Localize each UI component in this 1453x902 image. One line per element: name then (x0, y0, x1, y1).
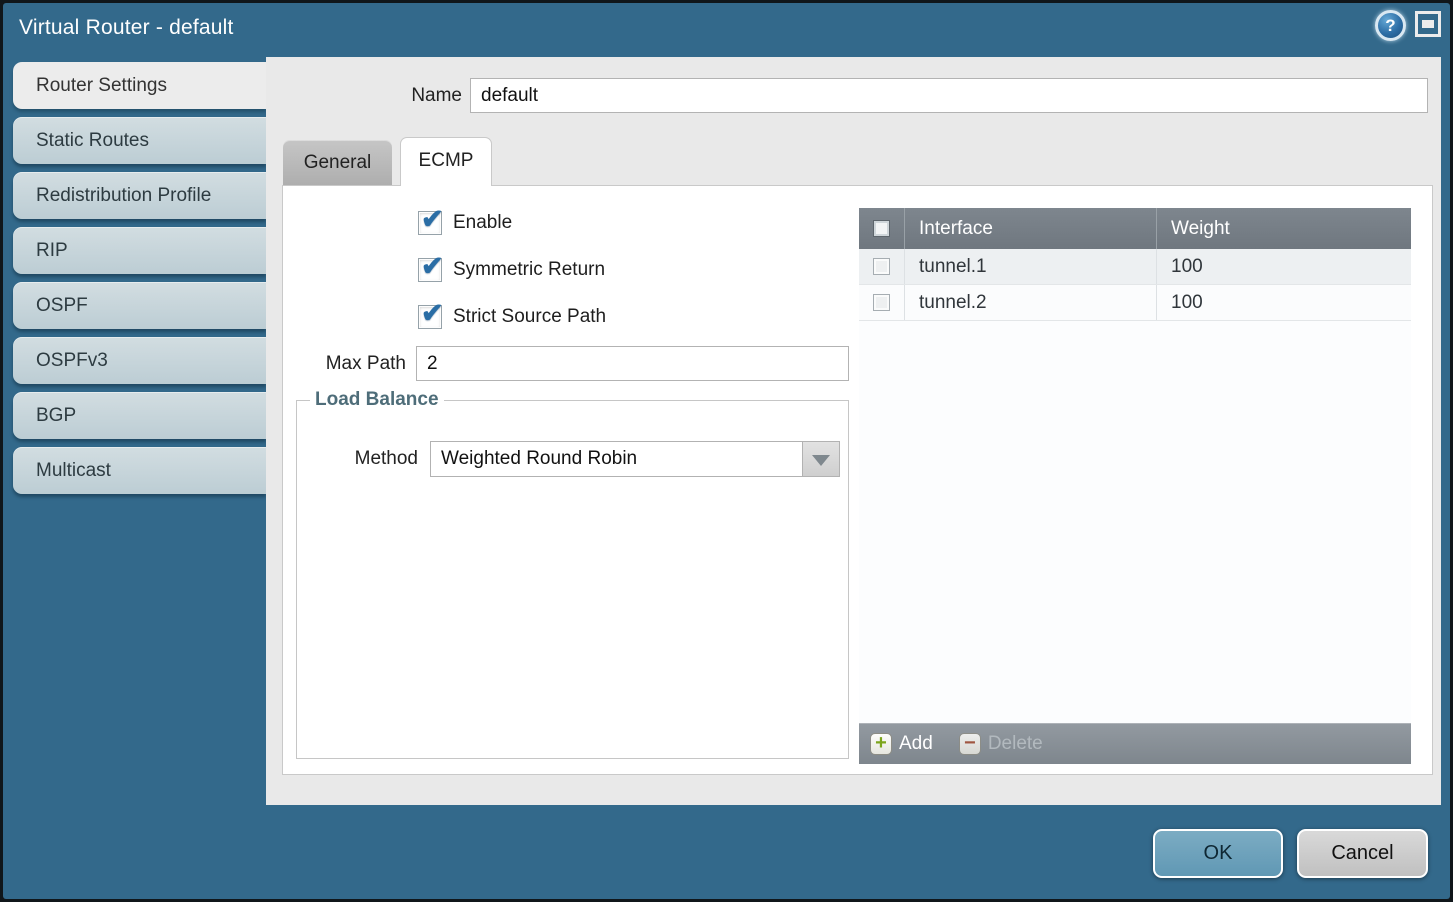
table-footer: + Add − Delete (859, 723, 1411, 764)
select-all-checkbox[interactable] (873, 220, 890, 237)
row-checkbox[interactable] (873, 258, 890, 275)
table-row-tunnel2[interactable]: tunnel.2 100 (859, 285, 1411, 321)
symmetric-return-checkbox[interactable]: ✔ (418, 258, 442, 282)
content-area: Name General ECMP ✔ Enable ✔ Symmetric R… (266, 57, 1441, 805)
method-dropdown-button[interactable] (802, 442, 839, 476)
table-header-row: Interface Weight (859, 208, 1411, 249)
minus-icon: − (959, 733, 981, 755)
sidebar-item-redistribution-profile[interactable]: Redistribution Profile (13, 172, 266, 219)
dialog-title: Virtual Router - default (19, 16, 234, 40)
check-icon: ✔ (421, 204, 444, 235)
table-row-tunnel1[interactable]: tunnel.1 100 (859, 249, 1411, 285)
method-label: Method (297, 441, 418, 477)
sidebar-item-static-routes[interactable]: Static Routes (13, 117, 266, 164)
help-icon[interactable]: ? (1375, 10, 1406, 41)
plus-icon: + (870, 733, 892, 755)
interface-table: Interface Weight tunnel.1 100 tunnel.2 1… (859, 208, 1411, 764)
symmetric-return-checkbox-row: ✔ Symmetric Return (418, 257, 605, 283)
interface-cell: tunnel.2 (904, 285, 1156, 320)
strict-source-path-checkbox-row: ✔ Strict Source Path (418, 304, 606, 330)
add-button[interactable]: + Add (870, 733, 933, 755)
weight-column-header[interactable]: Weight (1156, 208, 1411, 249)
chevron-down-icon (812, 455, 830, 466)
weight-cell: 100 (1156, 285, 1411, 320)
interface-cell: tunnel.1 (904, 249, 1156, 284)
sidebar-item-router-settings[interactable]: Router Settings (13, 62, 266, 109)
sidebar-item-multicast[interactable]: Multicast (13, 447, 266, 494)
max-path-label: Max Path (283, 346, 406, 381)
enable-checkbox-row: ✔ Enable (418, 210, 512, 236)
ok-button[interactable]: OK (1153, 829, 1283, 878)
symmetric-return-label: Symmetric Return (453, 259, 605, 281)
max-path-input[interactable] (416, 346, 849, 381)
delete-button[interactable]: − Delete (959, 733, 1043, 755)
title-bar: Virtual Router - default ? (3, 3, 1450, 57)
load-balance-group: Load Balance Method Weighted Round Robin (296, 389, 849, 759)
check-icon: ✔ (421, 298, 444, 329)
virtual-router-dialog: Virtual Router - default ? Router Settin… (3, 3, 1450, 899)
window-restore-icon[interactable] (1415, 11, 1441, 37)
sidebar-item-ospf[interactable]: OSPF (13, 282, 266, 329)
tab-ecmp[interactable]: ECMP (400, 137, 492, 186)
row-checkbox-cell (859, 249, 904, 284)
method-dropdown-value: Weighted Round Robin (441, 442, 637, 476)
row-checkbox[interactable] (873, 294, 890, 311)
table-empty-area (859, 321, 1411, 723)
ecmp-tab-panel: ✔ Enable ✔ Symmetric Return ✔ Strict Sou… (282, 185, 1433, 775)
header-checkbox-cell (859, 208, 904, 249)
window-restore-icon-inner (1422, 20, 1434, 28)
enable-checkbox[interactable]: ✔ (418, 211, 442, 235)
enable-label: Enable (453, 212, 512, 234)
strict-source-path-label: Strict Source Path (453, 306, 606, 328)
sidebar: Router Settings Static Routes Redistribu… (13, 62, 266, 502)
sidebar-item-rip[interactable]: RIP (13, 227, 266, 274)
check-icon: ✔ (421, 251, 444, 282)
name-label: Name (266, 78, 462, 113)
load-balance-legend: Load Balance (310, 389, 444, 411)
interface-column-header[interactable]: Interface (904, 208, 1156, 249)
delete-button-label: Delete (988, 733, 1043, 755)
method-dropdown[interactable]: Weighted Round Robin (430, 441, 840, 477)
row-checkbox-cell (859, 285, 904, 320)
cancel-button[interactable]: Cancel (1297, 829, 1428, 878)
strict-source-path-checkbox[interactable]: ✔ (418, 305, 442, 329)
weight-cell: 100 (1156, 249, 1411, 284)
name-input[interactable] (470, 78, 1428, 113)
sidebar-item-bgp[interactable]: BGP (13, 392, 266, 439)
sidebar-item-ospfv3[interactable]: OSPFv3 (13, 337, 266, 384)
add-button-label: Add (899, 733, 933, 755)
tab-general[interactable]: General (283, 140, 392, 185)
